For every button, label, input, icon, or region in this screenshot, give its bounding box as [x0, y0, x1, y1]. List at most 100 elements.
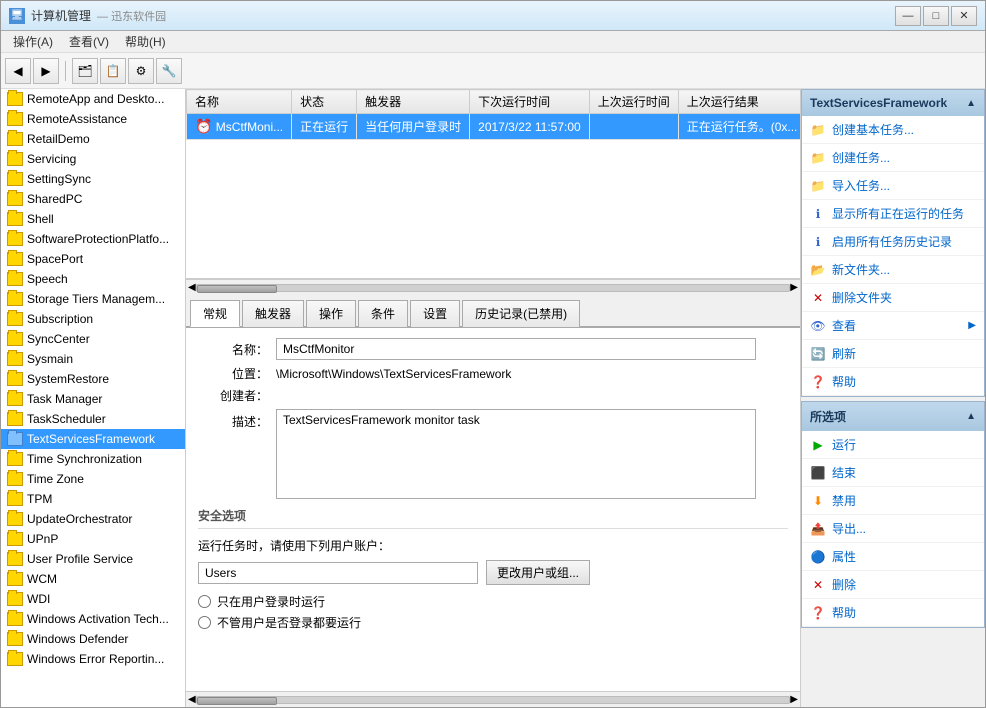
sidebar-item-timesync[interactable]: Time Synchronization: [1, 449, 185, 469]
action-refresh[interactable]: 🔄 刷新: [802, 340, 984, 368]
main-actions-header[interactable]: TextServicesFramework ▲: [802, 90, 984, 116]
sidebar-item-textservices[interactable]: TextServicesFramework: [1, 429, 185, 449]
sidebar-scroll[interactable]: RemoteApp and Deskto... RemoteAssistance…: [1, 89, 185, 707]
toolbar-btn-6[interactable]: 🔧: [156, 58, 182, 84]
close-button[interactable]: ✕: [951, 6, 977, 26]
sidebar-item-upnp[interactable]: UPnP: [1, 529, 185, 549]
details-hscroll-track[interactable]: [196, 696, 791, 704]
sidebar-label: Shell: [27, 212, 54, 226]
table-row[interactable]: ⏰ MsCtfMoni... 正在运行 当任何用户登录时 2017/3/22 1…: [187, 114, 801, 140]
menu-view[interactable]: 查看(V): [61, 31, 117, 52]
col-next-run[interactable]: 下次运行时间: [470, 90, 590, 114]
toolbar-btn-4[interactable]: 📋: [100, 58, 126, 84]
action-delete-folder[interactable]: ✕ 删除文件夹: [802, 284, 984, 312]
action-help2[interactable]: ❓ 帮助: [802, 599, 984, 627]
action-new-folder[interactable]: 📂 新文件夹...: [802, 256, 984, 284]
details-hscroll-left[interactable]: ◀: [188, 694, 196, 705]
tab-triggers[interactable]: 触发器: [242, 300, 304, 327]
action-label: 结束: [832, 464, 856, 481]
sidebar-item-windefender[interactable]: Windows Defender: [1, 629, 185, 649]
name-input[interactable]: [276, 338, 756, 360]
sidebar-item-remoteapp[interactable]: RemoteApp and Deskto...: [1, 89, 185, 109]
description-textarea[interactable]: [276, 409, 756, 499]
sub-actions-header[interactable]: 所选项 ▲: [802, 402, 984, 431]
radio-always[interactable]: [198, 616, 211, 629]
action-import-task[interactable]: 📁 导入任务...: [802, 172, 984, 200]
col-last-run[interactable]: 上次运行时间: [589, 90, 678, 114]
task-list-hscrollbar[interactable]: ◀ ▶: [186, 279, 800, 295]
action-disable[interactable]: ⬇ 禁用: [802, 487, 984, 515]
toolbar-btn-1[interactable]: ◀: [5, 58, 31, 84]
sidebar-item-shell[interactable]: Shell: [1, 209, 185, 229]
change-user-button[interactable]: 更改用户或组...: [486, 560, 590, 585]
action-label: 创建基本任务...: [832, 121, 914, 138]
tab-conditions[interactable]: 条件: [358, 300, 408, 327]
action-create-task[interactable]: 📁 创建任务...: [802, 144, 984, 172]
sidebar-item-remoteassistance[interactable]: RemoteAssistance: [1, 109, 185, 129]
hscroll-thumb[interactable]: [197, 285, 277, 293]
action-stop[interactable]: ⬛ 结束: [802, 459, 984, 487]
details-hscrollbar[interactable]: ◀ ▶: [186, 691, 800, 707]
action-help[interactable]: ❓ 帮助: [802, 368, 984, 396]
tab-settings[interactable]: 设置: [410, 300, 460, 327]
action-view[interactable]: 👁 查看 ▶: [802, 312, 984, 340]
sidebar-item-wcm[interactable]: WCM: [1, 569, 185, 589]
action-create-basic[interactable]: 📁 创建基本任务...: [802, 116, 984, 144]
sidebar-item-userprofile[interactable]: User Profile Service: [1, 549, 185, 569]
sidebar-item-sharedpc[interactable]: SharedPC: [1, 189, 185, 209]
action-export[interactable]: 📤 导出...: [802, 515, 984, 543]
hscroll-right-btn[interactable]: ▶: [790, 282, 798, 293]
sidebar-item-sysmain[interactable]: Sysmain: [1, 349, 185, 369]
radio-logged-in[interactable]: [198, 595, 211, 608]
col-last-result[interactable]: 上次运行结果: [678, 90, 800, 114]
maximize-button[interactable]: □: [923, 6, 949, 26]
tab-history[interactable]: 历史记录(已禁用): [462, 300, 580, 327]
details-hscroll-right[interactable]: ▶: [790, 694, 798, 705]
sidebar-item-softwareprotection[interactable]: SoftwareProtectionPlatfo...: [1, 229, 185, 249]
menu-action[interactable]: 操作(A): [5, 31, 61, 52]
minimize-button[interactable]: —: [895, 6, 921, 26]
sidebar-item-taskscheduler[interactable]: TaskScheduler: [1, 409, 185, 429]
details-grid: 名称： 位置： \Microsoft\Windows\TextServicesF…: [198, 338, 788, 499]
hscroll-track[interactable]: [196, 284, 791, 292]
col-trigger[interactable]: 触发器: [357, 90, 470, 114]
sidebar-item-spaceport[interactable]: SpacePort: [1, 249, 185, 269]
details-hscroll-thumb[interactable]: [197, 697, 277, 705]
sidebar-item-wdi[interactable]: WDI: [1, 589, 185, 609]
col-status[interactable]: 状态: [292, 90, 357, 114]
sidebar-label: RemoteAssistance: [27, 112, 127, 126]
action-delete[interactable]: ✕ 删除: [802, 571, 984, 599]
sidebar-item-subscription[interactable]: Subscription: [1, 309, 185, 329]
menu-help[interactable]: 帮助(H): [117, 31, 174, 52]
hscroll-left-btn[interactable]: ◀: [188, 282, 196, 293]
sidebar-item-settingsync[interactable]: SettingSync: [1, 169, 185, 189]
col-name[interactable]: 名称: [187, 90, 292, 114]
sidebar-item-synccenter[interactable]: SyncCenter: [1, 329, 185, 349]
sidebar-item-updateorchestrator[interactable]: UpdateOrchestrator: [1, 509, 185, 529]
sidebar-item-taskmanager[interactable]: Task Manager: [1, 389, 185, 409]
sidebar-label: Speech: [27, 272, 68, 286]
toolbar-btn-2[interactable]: ▶: [33, 58, 59, 84]
help-icon: ❓: [810, 374, 826, 390]
sidebar-item-timezone[interactable]: Time Zone: [1, 469, 185, 489]
sidebar-item-tpm[interactable]: TPM: [1, 489, 185, 509]
toolbar-btn-3[interactable]: 🗂: [72, 58, 98, 84]
sidebar-item-winactivation[interactable]: Windows Activation Tech...: [1, 609, 185, 629]
action-enable-history[interactable]: ℹ 启用所有任务历史记录: [802, 228, 984, 256]
action-run[interactable]: ▶ 运行: [802, 431, 984, 459]
action-label: 启用所有任务历史记录: [832, 233, 952, 250]
tab-actions[interactable]: 操作: [306, 300, 356, 327]
action-show-running[interactable]: ℹ 显示所有正在运行的任务: [802, 200, 984, 228]
sidebar-item-winerrorreporting[interactable]: Windows Error Reportin...: [1, 649, 185, 669]
tab-general[interactable]: 常规: [190, 300, 240, 327]
toolbar-btn-5[interactable]: ⚙: [128, 58, 154, 84]
sidebar-item-retaildemo[interactable]: RetailDemo: [1, 129, 185, 149]
sidebar-item-speech[interactable]: Speech: [1, 269, 185, 289]
action-properties[interactable]: 🔵 属性: [802, 543, 984, 571]
sidebar-item-servicing[interactable]: Servicing: [1, 149, 185, 169]
folder-icon: [7, 512, 23, 526]
run-as-input[interactable]: [198, 562, 478, 584]
folder-icon: [7, 392, 23, 406]
sidebar-item-storagetiers[interactable]: Storage Tiers Managem...: [1, 289, 185, 309]
sidebar-item-systemrestore[interactable]: SystemRestore: [1, 369, 185, 389]
